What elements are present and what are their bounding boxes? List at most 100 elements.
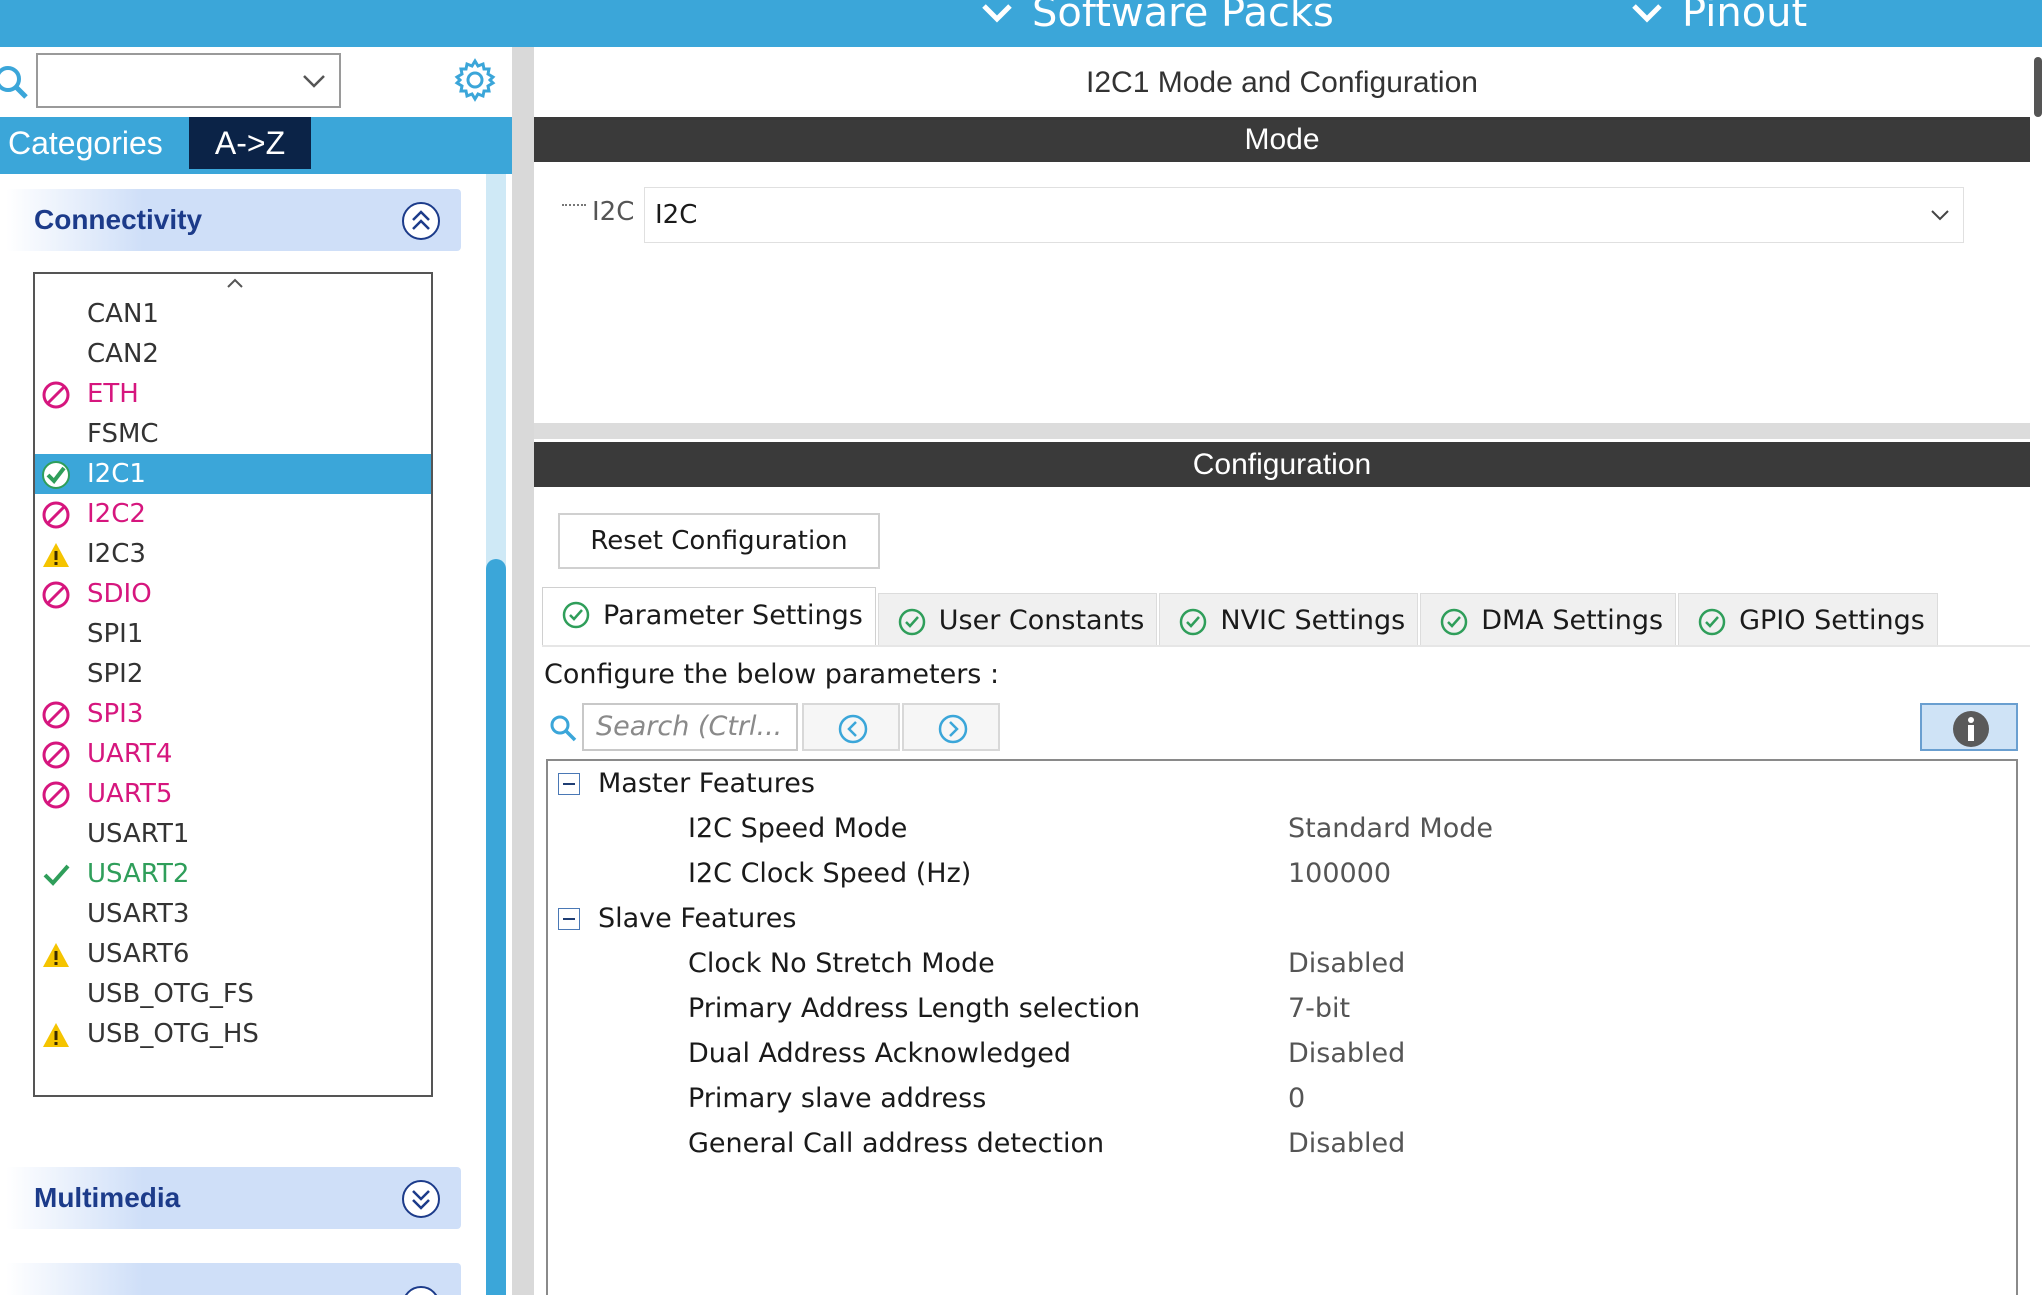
category-label: Multimedia xyxy=(34,1182,181,1213)
mode-section-header: Mode xyxy=(534,117,2030,162)
gear-icon[interactable] xyxy=(452,57,498,103)
category-label: Connectivity xyxy=(34,204,203,235)
scroll-up-icon[interactable] xyxy=(225,276,245,290)
chevron-down-icon[interactable] xyxy=(301,71,327,91)
search-next-button[interactable] xyxy=(902,703,1000,751)
prohibited-icon xyxy=(42,581,70,609)
category-multimedia[interactable]: Multimedia xyxy=(6,1167,461,1229)
prohibited-icon xyxy=(42,381,70,409)
list-item[interactable]: USB_OTG_FS xyxy=(35,974,431,1014)
category-security[interactable]: Security xyxy=(6,1263,461,1295)
group-row-master-features[interactable]: Master Features xyxy=(548,761,2016,806)
tab-gpio-settings[interactable]: GPIO Settings xyxy=(1678,593,1938,647)
chevron-down-icon xyxy=(1632,4,1662,23)
parameter-row[interactable]: Clock No Stretch Mode Disabled xyxy=(548,941,2016,986)
list-item[interactable]: UART5 xyxy=(35,774,431,814)
list-item[interactable]: USART2 xyxy=(35,854,431,894)
list-item[interactable]: USART6 xyxy=(35,934,431,974)
scrollbar-thumb[interactable] xyxy=(2034,57,2042,117)
right-panel: I2C1 Mode and Configuration Mode I2C I2C… xyxy=(534,47,2030,1295)
parameter-row[interactable]: Primary Address Length selection 7-bit xyxy=(548,986,2016,1031)
list-item[interactable]: UART4 xyxy=(35,734,431,774)
chevron-right-circle-icon xyxy=(938,714,968,744)
list-item[interactable]: CAN1 xyxy=(35,294,431,334)
search-icon xyxy=(550,715,577,742)
prohibited-icon xyxy=(42,781,70,809)
warning-icon xyxy=(43,543,69,567)
list-item[interactable]: FSMC xyxy=(35,414,431,454)
check-circle-icon xyxy=(562,601,590,629)
parameter-row[interactable]: Dual Address Acknowledged Disabled xyxy=(548,1031,2016,1076)
parameter-row[interactable]: Primary slave address 0 xyxy=(548,1076,2016,1121)
list-item[interactable]: SDIO xyxy=(35,574,431,614)
search-icon xyxy=(0,66,28,99)
category-connectivity[interactable]: Connectivity xyxy=(6,189,461,251)
menu-software-packs[interactable]: Software Packs xyxy=(980,0,1334,36)
group-row-slave-features[interactable]: Slave Features xyxy=(548,896,2016,941)
list-item[interactable]: SPI3 xyxy=(35,694,431,734)
left-scrollbar[interactable] xyxy=(480,174,512,1295)
parameter-row[interactable]: I2C Speed Mode Standard Mode xyxy=(548,806,2016,851)
category-label: Security xyxy=(34,1275,145,1295)
section-separator xyxy=(534,423,2030,439)
menu-pinout[interactable]: Pinout xyxy=(1630,0,1807,36)
list-item[interactable]: SPI1 xyxy=(35,614,431,654)
tab-parameter-settings[interactable]: Parameter Settings xyxy=(542,587,876,647)
peripheral-list: CAN1 CAN2 ETH FSMC I2C1 I2C2 I2C3 SDIO S… xyxy=(33,272,433,1097)
scrollbar-thumb[interactable] xyxy=(486,559,506,1295)
list-item[interactable]: USB_OTG_HS xyxy=(35,1014,431,1054)
info-icon xyxy=(1953,711,1989,747)
chevron-down-icon[interactable] xyxy=(1929,206,1951,224)
mode-select[interactable]: I2C xyxy=(644,187,1964,243)
list-item[interactable]: ETH xyxy=(35,374,431,414)
list-item[interactable]: USART3 xyxy=(35,894,431,934)
parameter-search-input[interactable]: Search (Ctrl... xyxy=(582,703,798,751)
mode-field-label: I2C xyxy=(562,197,634,227)
check-circle-icon xyxy=(1180,608,1207,636)
chevron-left-circle-icon xyxy=(838,714,868,744)
chevron-down-icon xyxy=(982,4,1012,23)
check-circle-icon xyxy=(898,608,926,636)
list-item[interactable]: SPI2 xyxy=(35,654,431,694)
page-title: I2C1 Mode and Configuration xyxy=(1086,66,1478,99)
menu-label: Software Packs xyxy=(1032,0,1334,36)
expand-icon[interactable] xyxy=(401,1285,441,1295)
left-panel: Categories A->Z Connectivity CAN1 CAN2 E… xyxy=(0,47,512,1295)
list-item[interactable]: I2C2 xyxy=(35,494,431,534)
mode-select-value: I2C xyxy=(655,200,698,230)
prohibited-icon xyxy=(42,741,70,769)
tab-nvic-settings[interactable]: NVIC Settings xyxy=(1159,593,1419,647)
list-item-selected[interactable]: I2C1 xyxy=(35,454,431,494)
collapse-icon[interactable] xyxy=(401,201,441,241)
checkmark-icon xyxy=(43,864,70,886)
check-circle-icon xyxy=(1440,608,1468,636)
parameter-tree: Master Features I2C Speed Mode Standard … xyxy=(546,759,2018,1295)
collapse-minus-icon[interactable] xyxy=(558,773,580,795)
expand-icon[interactable] xyxy=(401,1179,441,1219)
right-edge-scrollbar[interactable] xyxy=(2030,47,2042,1295)
parameter-row[interactable]: General Call address detection Disabled xyxy=(548,1121,2016,1166)
search-previous-button[interactable] xyxy=(802,703,900,751)
tab-categories[interactable]: Categories xyxy=(0,117,186,169)
list-item[interactable]: I2C3 xyxy=(35,534,431,574)
check-circle-icon xyxy=(1698,608,1726,636)
list-item[interactable]: CAN2 xyxy=(35,334,431,374)
configuration-tabs: Parameter Settings User Constants NVIC S… xyxy=(542,587,1940,647)
warning-icon xyxy=(43,943,69,967)
tab-a-to-z[interactable]: A->Z xyxy=(189,117,311,169)
tabs-baseline xyxy=(542,645,2030,647)
category-tab-bar: Categories A->Z xyxy=(0,117,512,174)
panel-splitter[interactable] xyxy=(512,47,534,1295)
top-menu-bar: Software Packs Pinout xyxy=(0,0,2042,47)
tab-user-constants[interactable]: User Constants xyxy=(877,593,1158,647)
menu-label: Pinout xyxy=(1682,0,1808,36)
list-item[interactable]: USART1 xyxy=(35,814,431,854)
prohibited-icon xyxy=(42,701,70,729)
tab-dma-settings[interactable]: DMA Settings xyxy=(1420,593,1677,647)
reset-configuration-button[interactable]: Reset Configuration xyxy=(558,513,880,569)
collapse-minus-icon[interactable] xyxy=(558,908,580,930)
check-circle-icon xyxy=(42,461,70,489)
parameter-row[interactable]: I2C Clock Speed (Hz) 100000 xyxy=(548,851,2016,896)
info-button[interactable] xyxy=(1920,703,2018,751)
search-combo[interactable] xyxy=(36,53,341,108)
